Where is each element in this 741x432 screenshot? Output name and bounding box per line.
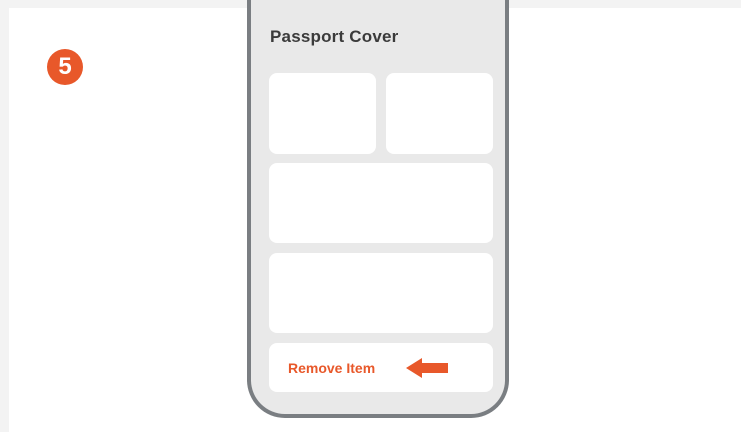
- remove-item-button[interactable]: Remove Item: [269, 343, 493, 392]
- step-number-badge: 5: [47, 49, 83, 85]
- screenshot-stage: 5 Passport Cover Remove Item: [0, 0, 741, 432]
- page-title: Passport Cover: [270, 27, 399, 46]
- phone-screen: Passport Cover Remove Item: [251, 0, 505, 414]
- content-panel-top-right: [386, 73, 493, 154]
- remove-item-label: Remove Item: [288, 360, 376, 376]
- content-panel-top-left: [269, 73, 376, 154]
- left-arrow-icon: [406, 358, 448, 378]
- content-panel-middle: [269, 163, 493, 243]
- content-panel-lower: [269, 253, 493, 333]
- phone-mockup: Passport Cover Remove Item: [247, 0, 509, 418]
